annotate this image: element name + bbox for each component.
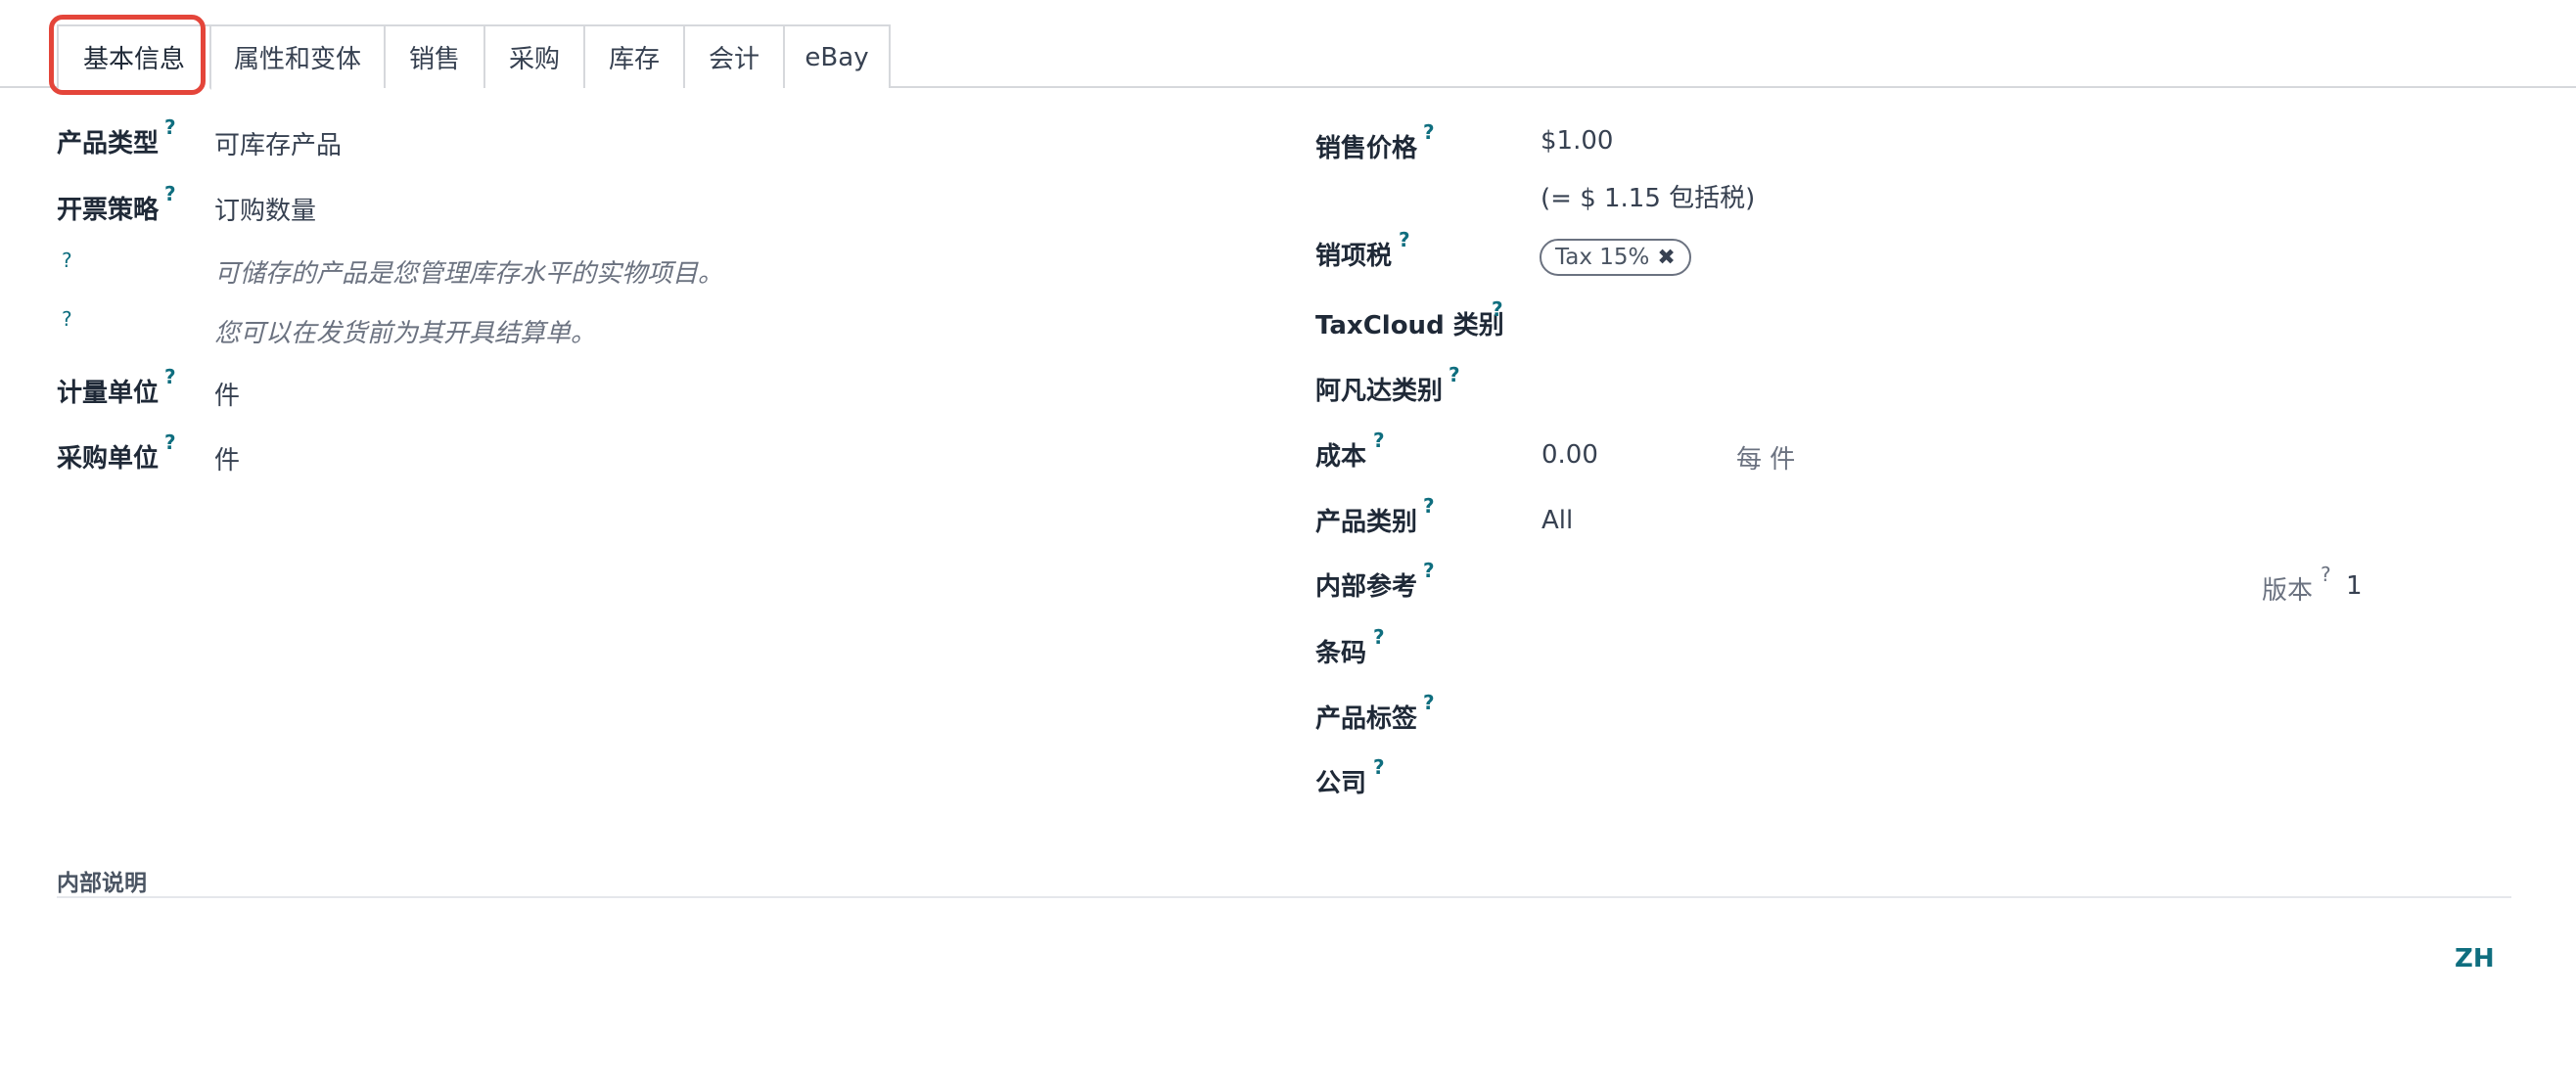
sale-price-label: 销售价格 bbox=[1315, 134, 1418, 163]
uom-label: 计量单位 bbox=[57, 379, 160, 408]
version-help-icon[interactable]: ? bbox=[2321, 563, 2331, 586]
remove-tag-icon[interactable]: ✖ bbox=[1657, 246, 1675, 270]
sale-price-value[interactable]: $1.00 bbox=[1541, 126, 1613, 156]
sale-tax-label: 销项税 bbox=[1315, 242, 1393, 271]
tab-inventory[interactable]: 库存 bbox=[585, 24, 685, 88]
sale-tax-help-icon[interactable]: ? bbox=[1399, 228, 1410, 251]
cost-help-icon[interactable]: ? bbox=[1373, 429, 1385, 452]
tab-bar: 基本信息 属性和变体 销售 采购 库存 会计 eBay bbox=[0, 0, 2576, 95]
invoice-policy-value[interactable]: 订购数量 bbox=[214, 191, 316, 227]
barcode-label: 条码 bbox=[1315, 639, 1367, 668]
internal-ref-label: 内部参考 bbox=[1315, 572, 1418, 602]
taxcloud-category-label: TaxCloud 类别 bbox=[1315, 311, 1504, 340]
avatax-category-label: 阿凡达类别 bbox=[1315, 377, 1444, 406]
version-label: 版本 bbox=[2262, 576, 2314, 606]
cost-value[interactable]: 0.00 bbox=[1541, 440, 1598, 470]
product-tags-label: 产品标签 bbox=[1315, 704, 1418, 734]
tab-attributes-variants[interactable]: 属性和变体 bbox=[211, 24, 386, 88]
product-category-value[interactable]: All bbox=[1541, 506, 1573, 535]
avatax-help-icon[interactable]: ? bbox=[1449, 363, 1460, 386]
taxcloud-help-icon[interactable]: ? bbox=[1492, 297, 1503, 321]
barcode-help-icon[interactable]: ? bbox=[1373, 625, 1385, 649]
internal-ref-help-icon[interactable]: ? bbox=[1423, 559, 1435, 582]
product-type-label: 产品类型 bbox=[57, 129, 160, 158]
product-category-label: 产品类别 bbox=[1315, 508, 1418, 537]
language-button[interactable]: ZH bbox=[2455, 944, 2495, 973]
internal-notes-title: 内部说明 bbox=[57, 871, 147, 896]
product-tags-help-icon[interactable]: ? bbox=[1423, 691, 1435, 714]
cost-label: 成本 bbox=[1315, 442, 1367, 472]
product-category-help-icon[interactable]: ? bbox=[1423, 494, 1435, 518]
invoice-policy-label: 开票策略 bbox=[57, 196, 160, 225]
purchase-uom-value[interactable]: 件 bbox=[214, 440, 240, 476]
tab-general-info[interactable]: 基本信息 bbox=[57, 24, 211, 90]
tab-sales[interactable]: 销售 bbox=[386, 24, 485, 88]
purchase-uom-label: 采购单位 bbox=[57, 444, 160, 474]
sale-price-incl-tax: (= $ 1.15 包括税) bbox=[1541, 184, 1756, 213]
tab-ebay[interactable]: eBay bbox=[785, 24, 891, 88]
invoice-policy-hint: 您可以在发货前为其开具结算单。 bbox=[214, 319, 597, 348]
internal-notes-divider bbox=[57, 896, 2511, 898]
invoice-policy-help-icon[interactable]: ? bbox=[164, 182, 176, 205]
purchase-uom-help-icon[interactable]: ? bbox=[164, 430, 176, 454]
tab-purchase[interactable]: 采购 bbox=[485, 24, 585, 88]
uom-help-icon[interactable]: ? bbox=[164, 365, 176, 388]
uom-value[interactable]: 件 bbox=[214, 376, 240, 412]
hint1-help-icon[interactable]: ? bbox=[62, 249, 72, 272]
company-help-icon[interactable]: ? bbox=[1373, 755, 1385, 779]
sale-tax-tag-label: Tax 15% bbox=[1555, 245, 1650, 270]
product-type-hint: 可储存的产品是您管理库存水平的实物项目。 bbox=[214, 259, 724, 289]
sale-price-help-icon[interactable]: ? bbox=[1423, 120, 1435, 144]
product-type-value[interactable]: 可库存产品 bbox=[214, 125, 342, 161]
version-value[interactable]: 1 bbox=[2346, 571, 2363, 601]
company-label: 公司 bbox=[1315, 769, 1367, 798]
product-type-help-icon[interactable]: ? bbox=[164, 115, 176, 139]
sale-tax-tag[interactable]: Tax 15% ✖ bbox=[1540, 239, 1691, 276]
tab-accounting[interactable]: 会计 bbox=[685, 24, 785, 88]
hint2-help-icon[interactable]: ? bbox=[62, 307, 72, 331]
cost-unit: 每 件 bbox=[1736, 445, 1796, 475]
